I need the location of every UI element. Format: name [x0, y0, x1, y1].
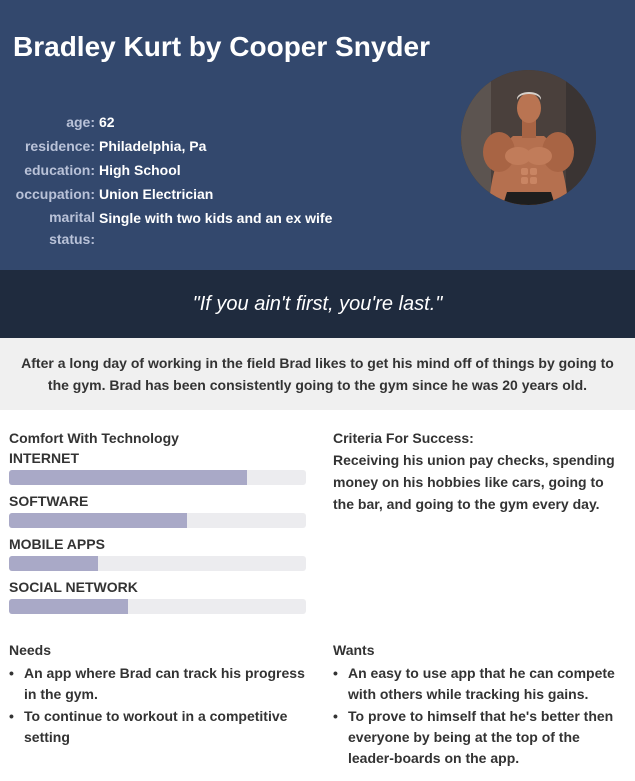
persona-name: Bradley Kurt by Cooper Snyder — [13, 31, 430, 62]
criteria-title: Criteria For Success: — [333, 430, 474, 446]
wants-list: An easy to use app that he can compete w… — [333, 663, 628, 769]
info-value: Philadelphia, Pa — [99, 138, 207, 154]
info-label: marital status: — [49, 209, 95, 247]
skill-label-mobile-apps: MOBILE APPS — [9, 536, 105, 552]
skill-bar-fill — [9, 556, 99, 571]
info-value: High School — [99, 162, 181, 178]
skill-bar-fill — [9, 599, 128, 614]
wants-section: Wants An easy to use app that he can com… — [333, 640, 628, 770]
skill-bar-software — [9, 513, 306, 528]
skill-label-social-network: SOCIAL NETWORK — [9, 579, 138, 595]
info-value: Single with two kids and an ex wife — [99, 210, 333, 226]
info-value: Union Electrician — [99, 186, 214, 202]
needs-section: Needs An app where Brad can track his pr… — [9, 640, 309, 749]
list-item: An app where Brad can track his progress… — [9, 663, 309, 705]
info-label: education: — [24, 162, 95, 178]
info-row-education: education: High School — [0, 158, 440, 182]
persona-quote: "If you ain't first, you're last." — [192, 292, 443, 315]
persona-header: Bradley Kurt by Cooper Snyder age: 62 re… — [0, 0, 635, 270]
quote-band: "If you ain't first, you're last." — [0, 270, 635, 338]
technology-section: Comfort With Technology INTERNET SOFTWAR… — [9, 428, 309, 620]
skill-bar-social-network — [9, 599, 306, 614]
info-value: 62 — [99, 114, 115, 130]
info-label: residence: — [24, 138, 95, 154]
skill-bar-fill — [9, 470, 247, 485]
info-label: occupation: — [15, 186, 95, 202]
bodybuilder-photo-icon — [461, 70, 596, 205]
needs-title: Needs — [9, 642, 52, 658]
skill-label-software: SOFTWARE — [9, 493, 89, 509]
technology-title: Comfort With Technology — [9, 430, 179, 446]
persona-bio: After a long day of working in the field… — [21, 355, 614, 393]
info-row-age: age: 62 — [0, 110, 440, 134]
info-row-marital-status: marital status: Single with two kids and… — [0, 206, 440, 250]
list-item: To prove to himself that he's better the… — [333, 706, 628, 769]
bio-section: After a long day of working in the field… — [0, 338, 635, 410]
list-item: To continue to workout in a competitive … — [9, 706, 309, 748]
persona-info-list: age: 62 residence: Philadelphia, Pa educ… — [0, 110, 440, 250]
skill-bar-internet — [9, 470, 306, 485]
info-row-occupation: occupation: Union Electrician — [0, 182, 440, 206]
list-item: An easy to use app that he can compete w… — [333, 663, 628, 705]
skill-bar-fill — [9, 513, 188, 528]
persona-photo — [461, 70, 596, 205]
wants-title: Wants — [333, 642, 375, 658]
skill-label-internet: INTERNET — [9, 450, 79, 466]
criteria-text: Receiving his union pay checks, spending… — [333, 452, 615, 512]
info-row-residence: residence: Philadelphia, Pa — [0, 134, 440, 158]
skill-bar-mobile-apps — [9, 556, 306, 571]
needs-list: An app where Brad can track his progress… — [9, 663, 309, 748]
info-label: age: — [66, 114, 95, 130]
criteria-section: Criteria For Success: Receiving his unio… — [333, 428, 623, 515]
